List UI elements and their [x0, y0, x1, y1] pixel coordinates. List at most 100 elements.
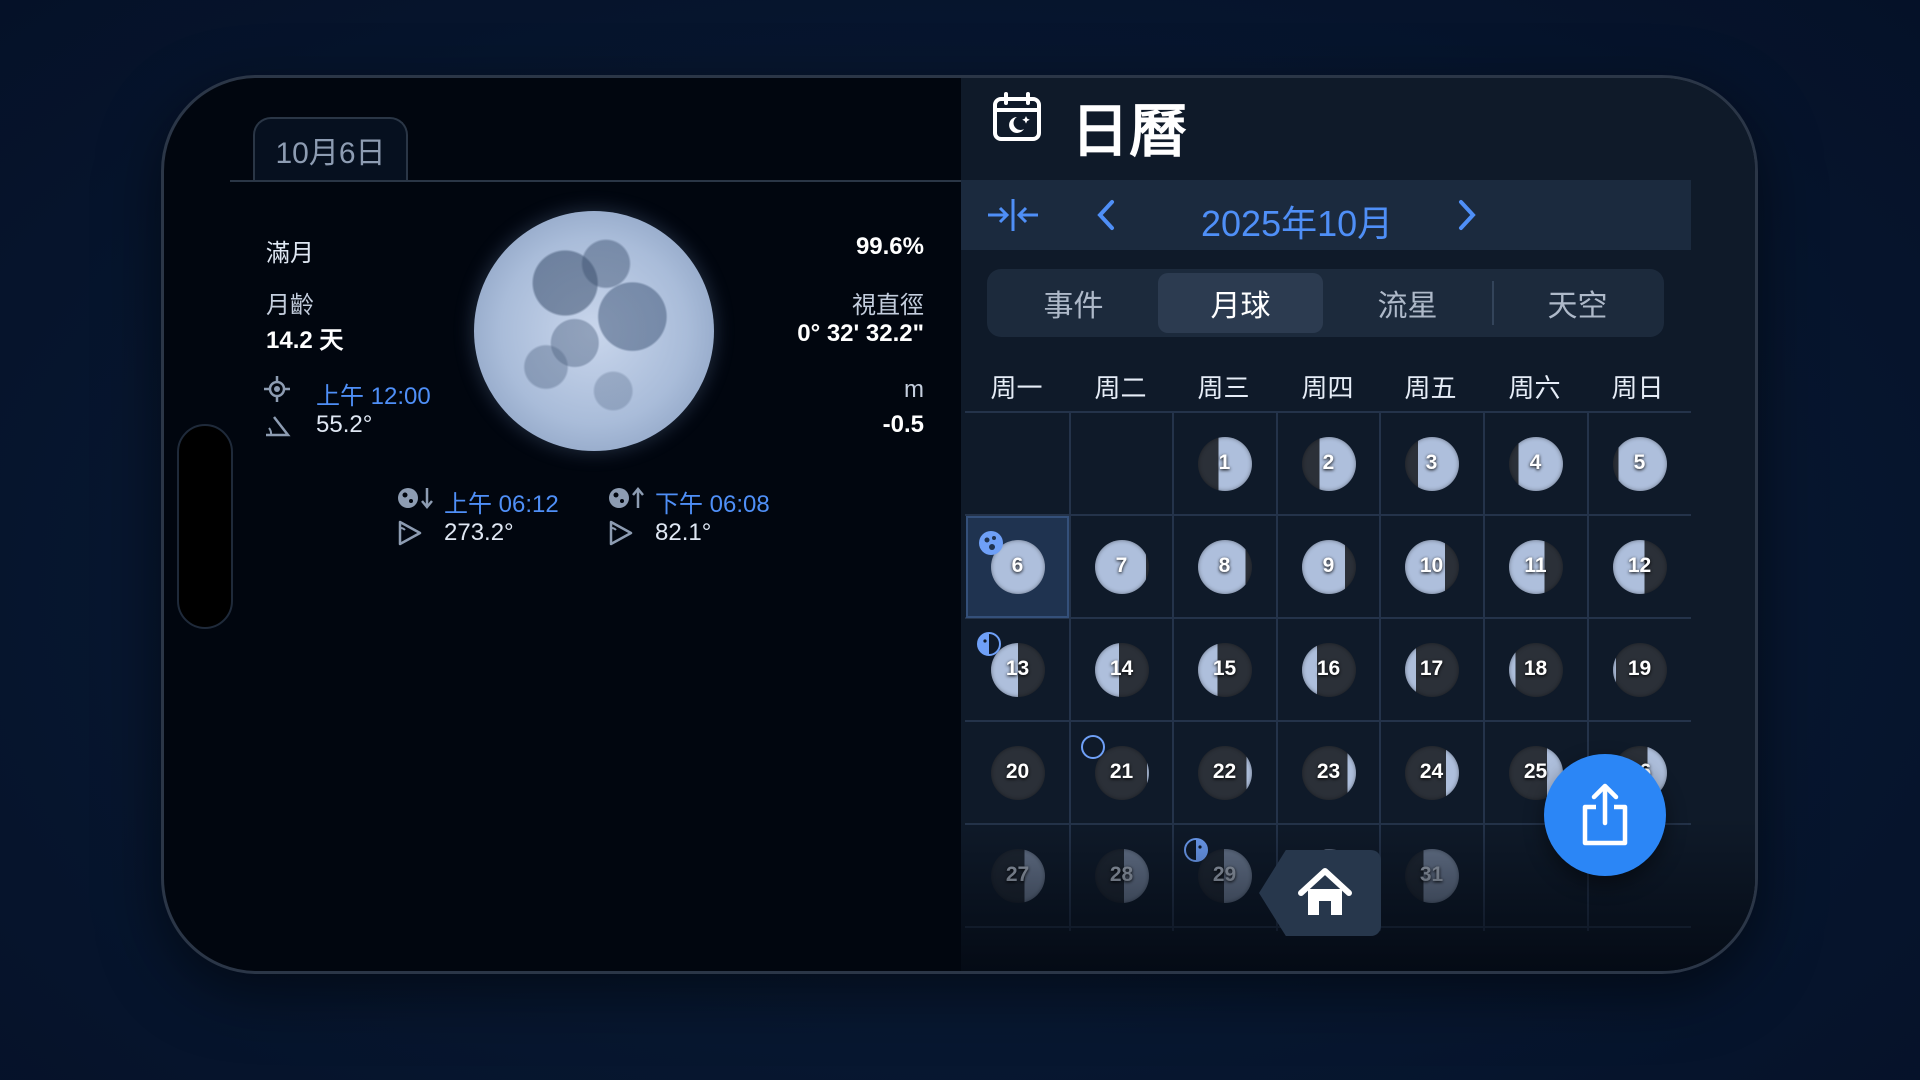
- diameter-label: 視直徑: [852, 292, 924, 319]
- weekday-header: 周一: [990, 373, 1043, 403]
- calendar-day-cell[interactable]: 19: [1588, 619, 1691, 721]
- moonrise-azimuth: 82.1°: [655, 519, 712, 546]
- full-moon-image: [474, 211, 714, 451]
- age-label: 月齡: [266, 292, 314, 319]
- collapse-arrows-icon[interactable]: [986, 197, 1040, 233]
- calendar-day-cell[interactable]: 2: [1277, 413, 1380, 515]
- day-number: 31: [1419, 863, 1444, 886]
- day-number: 6: [1011, 554, 1024, 577]
- device-frame: 10月6日 滿月 99.6% 月齡 14.2 天 視直徑 0° 32' 32.2…: [161, 75, 1758, 974]
- tab-events[interactable]: 事件: [991, 273, 1156, 333]
- day-number: 29: [1212, 863, 1237, 886]
- calendar-day-cell[interactable]: 17: [1380, 619, 1483, 721]
- calendar-day-cell[interactable]: 8: [1173, 516, 1276, 618]
- day-number: 23: [1316, 760, 1341, 783]
- moonset-azimuth: 273.2°: [444, 519, 514, 546]
- chevron-left-icon[interactable]: [1093, 197, 1119, 233]
- azimuth-icon: [609, 520, 633, 546]
- last-quarter-icon: [977, 632, 1001, 656]
- day-number: 3: [1425, 451, 1438, 474]
- calendar-day-cell[interactable]: 18: [1484, 619, 1587, 721]
- calendar-day-cell[interactable]: 9: [1277, 516, 1380, 618]
- magnitude-value: -0.5: [882, 411, 924, 438]
- share-icon: [1582, 783, 1628, 846]
- new-moon-icon: [1081, 735, 1105, 759]
- day-number: 18: [1523, 657, 1548, 680]
- calendar-day-cell[interactable]: 10: [1380, 516, 1483, 618]
- calendar-moon-icon: [993, 92, 1041, 141]
- weekday-header: 周五: [1404, 373, 1457, 403]
- home-icon: [1298, 868, 1352, 915]
- calendar-day-cell[interactable]: 28: [1070, 825, 1173, 927]
- day-number: 22: [1212, 760, 1237, 783]
- day-number: 12: [1627, 554, 1652, 577]
- calendar-day-cell[interactable]: 24: [1380, 722, 1483, 824]
- calendar-day-cell[interactable]: 15: [1173, 619, 1276, 721]
- day-number: 20: [1005, 760, 1030, 783]
- calendar-day-cell[interactable]: 3: [1380, 413, 1483, 515]
- calendar-day-cell[interactable]: 5: [1588, 413, 1691, 515]
- tab-divider: [230, 180, 961, 182]
- calendar-day-cell[interactable]: 29: [1173, 825, 1276, 927]
- day-number: 15: [1212, 657, 1237, 680]
- moonrise-icon: [609, 487, 644, 508]
- calendar-day-cell[interactable]: 1: [1173, 413, 1276, 515]
- illumination-value: 99.6%: [855, 233, 924, 260]
- calendar-day-cell[interactable]: 11: [1484, 516, 1587, 618]
- tab-meteors[interactable]: 流星: [1325, 273, 1490, 333]
- tab-sky[interactable]: 天空: [1495, 273, 1660, 333]
- weekday-header: 周三: [1197, 373, 1250, 403]
- phase-name: 滿月: [266, 240, 314, 267]
- day-number: 21: [1109, 760, 1134, 783]
- day-number: 14: [1109, 657, 1134, 680]
- calendar-day-cell[interactable]: 27: [966, 825, 1069, 927]
- month-navigation-bar: 2025年10月: [961, 180, 1691, 250]
- calendar-day-cell[interactable]: 13: [966, 619, 1069, 721]
- day-number: 17: [1419, 657, 1444, 680]
- altitude-icon: [266, 416, 291, 437]
- moonset-icon: [398, 488, 433, 509]
- day-number: 8: [1218, 554, 1231, 577]
- calendar-day-cell[interactable]: 22: [1173, 722, 1276, 824]
- day-number: 2: [1322, 451, 1335, 474]
- calendar-day-cell[interactable]: 12: [1588, 516, 1691, 618]
- month-label[interactable]: 2025年10月: [1201, 195, 1393, 247]
- weekday-header: 周二: [1094, 373, 1147, 403]
- calendar-day-cell[interactable]: 21: [1070, 722, 1173, 824]
- weekday-header: 周日: [1611, 373, 1664, 403]
- calendar-day-cell[interactable]: 23: [1277, 722, 1380, 824]
- calendar-panel: 日曆 2025年10月 事件 月球 流星 天空 周一 周二 周三 周四 周五 周…: [961, 78, 1755, 971]
- moonset-time: 上午 06:12: [444, 491, 559, 518]
- day-number: 16: [1316, 657, 1341, 680]
- diameter-value: 0° 32' 32.2": [797, 320, 924, 347]
- day-number: 9: [1322, 554, 1335, 577]
- day-number: 1: [1218, 451, 1231, 474]
- tab-moon[interactable]: 月球: [1158, 273, 1323, 333]
- full-moon-icon: [979, 531, 1003, 555]
- calendar-day-cell[interactable]: 6: [966, 516, 1069, 618]
- weekday-header: 周六: [1508, 373, 1561, 403]
- calendar-day-cell[interactable]: 31: [1380, 825, 1483, 927]
- transit-time: 上午 12:00: [316, 383, 431, 410]
- day-number: 10: [1419, 554, 1444, 577]
- magnitude-label: m: [904, 376, 924, 403]
- page-title: 日曆: [1071, 99, 1188, 164]
- calendar-day-cell[interactable]: 14: [1070, 619, 1173, 721]
- calendar-day-cell[interactable]: 7: [1070, 516, 1173, 618]
- day-number: 19: [1627, 657, 1652, 680]
- azimuth-icon: [398, 520, 422, 546]
- weekday-header: 周四: [1301, 373, 1354, 403]
- day-number: 24: [1419, 760, 1444, 783]
- share-button[interactable]: [1544, 754, 1666, 876]
- calendar-day-cell[interactable]: 4: [1484, 413, 1587, 515]
- transit-altitude: 55.2°: [316, 411, 373, 438]
- age-value: 14.2 天: [266, 327, 344, 354]
- transit-icon: [264, 376, 290, 402]
- chevron-right-icon[interactable]: [1454, 197, 1480, 233]
- calendar-day-cell[interactable]: 16: [1277, 619, 1380, 721]
- day-number: 7: [1115, 554, 1128, 577]
- date-tab[interactable]: 10月6日: [253, 117, 408, 181]
- view-segmented-control: 事件 月球 流星 天空: [987, 269, 1664, 337]
- segment-divider: [1492, 281, 1494, 325]
- calendar-day-cell[interactable]: 20: [966, 722, 1069, 824]
